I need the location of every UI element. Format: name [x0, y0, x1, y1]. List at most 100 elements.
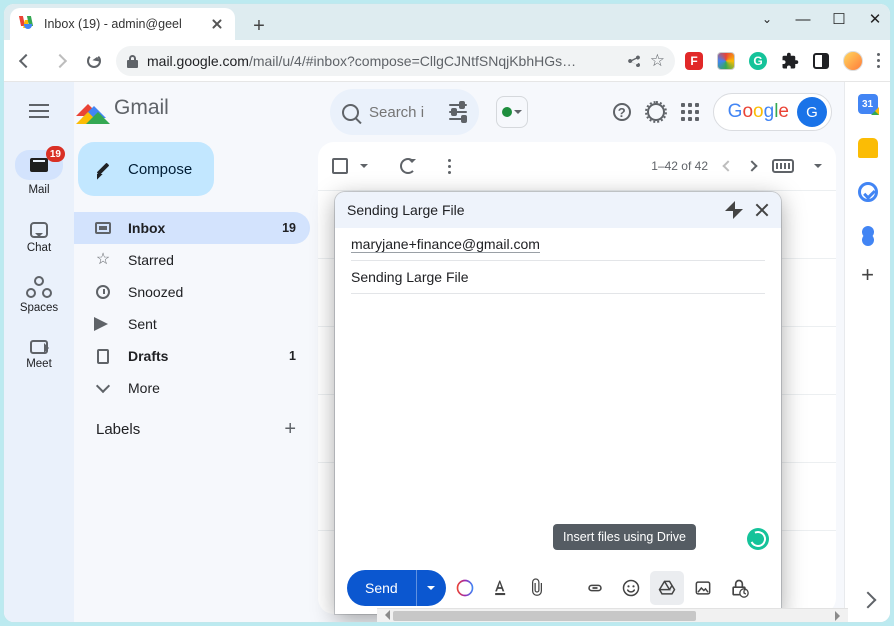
main-menu-button[interactable] [18, 90, 60, 132]
chevron-down-icon [94, 379, 112, 397]
calendar-icon[interactable]: 31 [858, 94, 878, 114]
input-method-icon[interactable] [772, 159, 794, 173]
browser-tab[interactable]: Inbox (19) - admin@geel [10, 8, 235, 40]
folder-sent[interactable]: Sent [74, 308, 310, 340]
gmail-logo-icon [76, 96, 108, 120]
chevron-down-icon[interactable]: ⌄ [758, 10, 776, 28]
compose-button[interactable]: Compose [78, 142, 214, 196]
scrollbar-thumb[interactable] [393, 611, 696, 621]
hide-sidepanel-icon[interactable] [859, 592, 876, 609]
insert-link-icon[interactable] [578, 571, 612, 605]
rail-spaces[interactable]: Spaces [9, 276, 69, 314]
send-options-icon[interactable] [416, 570, 446, 606]
address-bar: mail.google.com/mail/u/4/#inbox?compose=… [4, 40, 890, 82]
rail-chat[interactable]: Chat [9, 218, 69, 254]
folder-more[interactable]: More [74, 372, 310, 404]
google-apps-button[interactable] [679, 101, 701, 123]
add-label-icon[interactable]: + [284, 418, 296, 441]
help-icon: ? [613, 103, 631, 121]
support-button[interactable]: ? [611, 101, 633, 123]
extensions-icon[interactable] [781, 52, 799, 70]
new-tab-button[interactable]: + [245, 12, 273, 40]
next-page-icon[interactable] [746, 160, 757, 171]
account-chip[interactable]: Google G [713, 93, 832, 131]
share-icon[interactable] [626, 53, 642, 69]
star-icon[interactable]: ☆ [650, 51, 665, 71]
attach-file-icon[interactable] [520, 571, 554, 605]
hamburger-icon [29, 110, 49, 112]
rail-spaces-label: Spaces [20, 302, 58, 314]
back-button[interactable] [14, 49, 38, 73]
minimize-compose-icon[interactable] [699, 203, 713, 217]
gmail-favicon-icon [20, 16, 36, 32]
text-format-icon[interactable] [484, 571, 518, 605]
reload-button[interactable] [82, 49, 106, 73]
sidepanel-toggle-icon[interactable] [813, 53, 829, 69]
fullscreen-compose-icon[interactable] [727, 203, 741, 217]
close-window-icon[interactable]: ✕ [866, 10, 884, 28]
flipboard-ext-icon[interactable]: F [685, 52, 703, 70]
status-chip[interactable] [496, 96, 528, 128]
insert-photo-icon[interactable] [686, 571, 720, 605]
drive-tooltip: Insert files using Drive [553, 524, 696, 550]
lock-icon [126, 54, 139, 68]
rail-mail[interactable]: 19 Mail [9, 150, 69, 196]
search-input[interactable] [369, 104, 439, 121]
pencil-icon [94, 159, 114, 179]
spaces-icon [26, 280, 52, 298]
contacts-icon[interactable] [862, 226, 874, 238]
meet-icon [30, 340, 48, 354]
prev-page-icon[interactable] [722, 160, 733, 171]
app-rail: 19 Mail Chat Spaces Meet [4, 82, 74, 622]
compose-body[interactable] [335, 294, 781, 562]
window-controls: ⌄ — ☐ ✕ [758, 10, 884, 28]
search-box[interactable] [330, 89, 479, 135]
rail-meet[interactable]: Meet [9, 336, 69, 370]
browser-menu-icon[interactable] [877, 53, 880, 68]
rail-chat-label: Chat [27, 242, 51, 254]
get-addons-icon[interactable]: + [861, 262, 874, 288]
refresh-icon[interactable] [400, 158, 416, 174]
folder-starred[interactable]: ☆ Starred [74, 244, 310, 276]
folder-inbox[interactable]: Inbox 19 [74, 212, 310, 244]
maximize-window-icon[interactable]: ☐ [830, 10, 848, 28]
list-toolbar: 1–42 of 42 [318, 142, 836, 190]
keep-icon[interactable] [858, 138, 878, 158]
close-tab-icon[interactable] [209, 16, 225, 32]
scroll-right-icon[interactable] [832, 609, 848, 622]
compose-header[interactable]: Sending Large File [335, 192, 781, 228]
profile-avatar-icon[interactable] [843, 51, 863, 71]
confidential-mode-icon[interactable] [722, 571, 756, 605]
insert-emoji-icon[interactable] [614, 571, 648, 605]
url-box[interactable]: mail.google.com/mail/u/4/#inbox?compose=… [116, 46, 675, 76]
compose-popup: Sending Large File maryjane+finance@gmai… [335, 192, 781, 614]
grammarly-badge-icon[interactable] [747, 528, 769, 550]
compose-to-field[interactable]: maryjane+finance@gmail.com [351, 228, 765, 261]
forward-button[interactable] [48, 49, 72, 73]
settings-button[interactable] [645, 101, 667, 123]
select-all-checkbox[interactable] [332, 158, 348, 174]
rail-meet-label: Meet [26, 358, 52, 370]
compose-subject-field[interactable]: Sending Large File [351, 261, 765, 294]
folder-snoozed[interactable]: Snoozed [74, 276, 310, 308]
draft-icon [94, 347, 112, 365]
grammarly-ext-icon[interactable]: G [749, 52, 767, 70]
content-area: 19 Mail Chat Spaces Meet Gmail [4, 82, 890, 622]
send-button[interactable]: Send [347, 570, 446, 606]
scroll-left-icon[interactable] [377, 609, 393, 622]
minimize-window-icon[interactable]: — [794, 10, 812, 28]
gmail-brand-text: Gmail [114, 96, 169, 120]
colorful-ext-icon[interactable] [717, 52, 735, 70]
close-compose-icon[interactable] [755, 203, 769, 217]
insert-drive-icon[interactable] [650, 571, 684, 605]
search-options-icon[interactable] [449, 104, 467, 120]
formatting-icon[interactable] [448, 571, 482, 605]
gmail-brand[interactable]: Gmail [74, 82, 310, 134]
tasks-icon[interactable] [858, 182, 878, 202]
folder-drafts[interactable]: Drafts 1 [74, 340, 310, 372]
horizontal-scrollbar[interactable] [377, 608, 848, 622]
active-status-icon [502, 107, 512, 117]
select-dropdown-icon[interactable] [360, 164, 368, 172]
input-method-caret-icon[interactable] [814, 164, 822, 172]
more-actions-icon[interactable] [448, 159, 451, 174]
